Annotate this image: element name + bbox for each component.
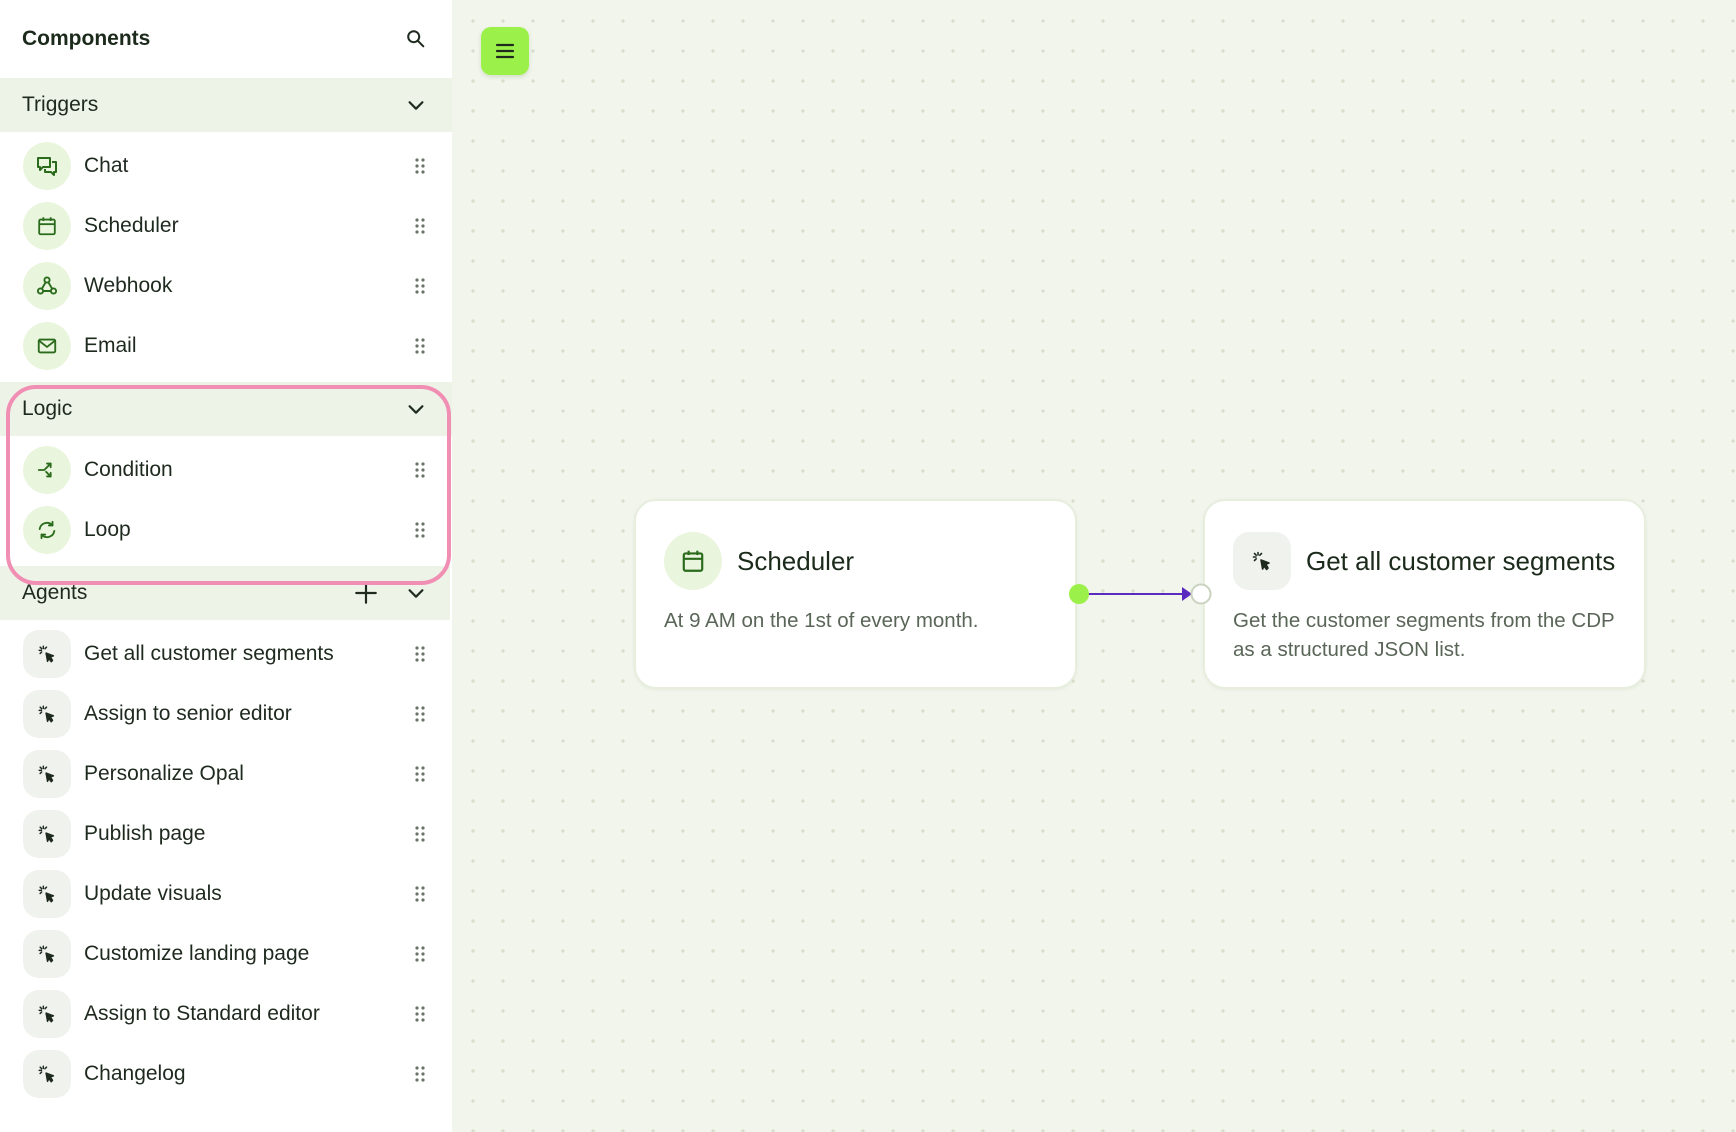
drag-handle-icon[interactable] — [410, 822, 430, 846]
drag-handle-icon[interactable] — [410, 458, 430, 482]
calendar-icon — [664, 532, 722, 590]
drag-handle-icon[interactable] — [410, 762, 430, 786]
sidebar-header: Components — [0, 0, 452, 78]
input-port-handle — [1190, 583, 1212, 605]
component-item-scheduler[interactable]: Scheduler — [0, 196, 452, 256]
node-title: Scheduler — [737, 545, 855, 576]
chevron-down-icon[interactable] — [402, 91, 430, 119]
hamburger-menu-icon[interactable] — [481, 27, 529, 75]
drag-handle-icon[interactable] — [410, 1002, 430, 1026]
agent-item[interactable]: Personalize Opal — [0, 744, 452, 804]
drag-handle-icon[interactable] — [410, 518, 430, 542]
component-item-email[interactable]: Email — [0, 316, 452, 376]
drag-handle-icon[interactable] — [410, 214, 430, 238]
drag-handle-icon[interactable] — [410, 334, 430, 358]
node-title: Get all customer segments — [1306, 545, 1616, 576]
item-label: Scheduler — [84, 214, 179, 237]
drag-handle-icon[interactable] — [410, 942, 430, 966]
agent-icon — [23, 810, 71, 858]
agent-item[interactable]: Get all customer segments — [0, 624, 452, 684]
item-label: Condition — [84, 458, 173, 481]
drag-handle-icon[interactable] — [410, 882, 430, 906]
mail-icon — [23, 322, 71, 370]
calendar-icon — [23, 202, 71, 250]
section-agents: Agents Get all customer segments Assign … — [0, 566, 452, 1110]
node-description: At 9 AM on the 1st of every month. — [664, 609, 979, 632]
item-label: Publish page — [84, 822, 206, 845]
agent-item[interactable]: Update visuals — [0, 864, 452, 924]
item-label: Assign to Standard editor — [84, 1002, 320, 1025]
component-item-loop[interactable]: Loop — [0, 500, 452, 560]
agent-item[interactable]: Assign to Standard editor — [0, 984, 452, 1044]
item-label: Get all customer segments — [84, 642, 334, 665]
agent-icon — [23, 870, 71, 918]
drag-handle-icon[interactable] — [410, 702, 430, 726]
node-description: Get the customer segments from the CDP a… — [1233, 609, 1615, 661]
item-label: Chat — [84, 154, 129, 177]
search-icon[interactable] — [402, 25, 430, 53]
section-triggers: Triggers Chat Scheduler Webhook Email — [0, 78, 452, 382]
agent-icon — [23, 630, 71, 678]
item-label: Assign to senior editor — [84, 702, 292, 725]
agent-item[interactable]: Customize landing page — [0, 924, 452, 984]
item-label: Changelog — [84, 1062, 186, 1085]
section-header-logic[interactable]: Logic — [0, 382, 452, 436]
workflow-node-scheduler[interactable]: Scheduler At 9 AM on the 1st of every mo… — [634, 499, 1077, 689]
item-label: Webhook — [84, 274, 173, 297]
drag-handle-icon[interactable] — [410, 642, 430, 666]
component-item-condition[interactable]: Condition — [0, 440, 452, 500]
agent-item[interactable]: Assign to senior editor — [0, 684, 452, 744]
drag-handle-icon[interactable] — [410, 274, 430, 298]
agent-icon — [23, 750, 71, 798]
section-header-triggers[interactable]: Triggers — [0, 78, 452, 132]
webhook-icon — [23, 262, 71, 310]
drag-handle-icon[interactable] — [410, 1062, 430, 1086]
add-agent-icon[interactable] — [352, 579, 380, 607]
agent-icon — [23, 930, 71, 978]
section-label: Triggers — [22, 93, 99, 116]
agent-item[interactable]: Publish page — [0, 804, 452, 864]
output-port-handle — [1069, 584, 1089, 604]
agent-icon — [23, 990, 71, 1038]
loop-icon — [23, 506, 71, 554]
node-connector[interactable] — [1066, 582, 1214, 606]
agent-item[interactable]: Changelog — [0, 1044, 452, 1104]
section-logic: Logic Condition Loop — [0, 382, 452, 566]
sidebar-title: Components — [22, 27, 151, 50]
agent-icon — [1233, 532, 1291, 590]
component-item-chat[interactable]: Chat — [0, 136, 452, 196]
section-header-agents[interactable]: Agents — [0, 566, 452, 620]
components-sidebar: Components Triggers Chat Scheduler Webho… — [0, 0, 452, 1132]
chevron-down-icon[interactable] — [402, 579, 430, 607]
workflow-node-agent[interactable]: Get all customer segments Get the custom… — [1203, 499, 1646, 689]
item-label: Loop — [84, 518, 131, 541]
section-label: Logic — [22, 397, 73, 420]
branch-icon — [23, 446, 71, 494]
chevron-down-icon[interactable] — [402, 395, 430, 423]
item-label: Update visuals — [84, 882, 222, 905]
item-label: Customize landing page — [84, 942, 310, 965]
drag-handle-icon[interactable] — [410, 154, 430, 178]
item-label: Personalize Opal — [84, 762, 244, 785]
agent-icon — [23, 690, 71, 738]
section-label: Agents — [22, 581, 88, 604]
agent-icon — [23, 1050, 71, 1098]
component-item-webhook[interactable]: Webhook — [0, 256, 452, 316]
chat-icon — [23, 142, 71, 190]
item-label: Email — [84, 334, 137, 357]
